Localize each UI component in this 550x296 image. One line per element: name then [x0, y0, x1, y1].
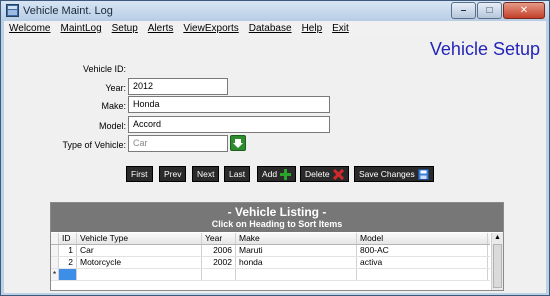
prev-button-label: Prev [164, 169, 182, 179]
grid-vertical-scrollbar[interactable]: ▲ [491, 233, 503, 290]
cell-year: 2002 [202, 257, 236, 268]
vehicle-listing: - Vehicle Listing - Click on Heading to … [50, 202, 504, 291]
menu-help[interactable]: Help [297, 21, 328, 37]
next-button-label: Next [197, 169, 215, 179]
new-row-cell[interactable] [77, 269, 202, 280]
listing-title: - Vehicle Listing - [227, 205, 327, 219]
model-label: Model: [98, 121, 126, 131]
row-selector[interactable] [51, 245, 59, 256]
cell-vehicle-type: Motorcycle [77, 257, 202, 268]
table-row[interactable]: 1 Car 2006 Maruti 800-AC [51, 245, 490, 257]
add-button-label: Add [262, 169, 278, 179]
cell-id: 2 [59, 257, 77, 268]
scroll-up-icon[interactable]: ▲ [492, 233, 503, 243]
column-header-year[interactable]: Year [202, 233, 236, 244]
cell-make: honda [236, 257, 357, 268]
model-field[interactable]: Accord [128, 116, 330, 133]
vehicle-type-dropdown-button[interactable] [230, 135, 246, 151]
maximize-button[interactable]: □ [477, 2, 502, 19]
new-row-marker: * [51, 269, 59, 280]
cell-vehicle-type: Car [77, 245, 202, 256]
prev-button[interactable]: Prev [159, 166, 187, 182]
grid-header-row: ID Vehicle Type Year Make Model [51, 233, 490, 245]
new-row-cell[interactable] [357, 269, 488, 280]
menu-bar: Welcome MaintLog Setup Alerts ViewExport… [4, 21, 546, 37]
minimize-button[interactable]: – [451, 2, 476, 19]
new-row[interactable]: * [51, 269, 490, 281]
make-label: Make: [101, 101, 126, 111]
delete-button[interactable]: Delete [300, 166, 349, 182]
row-selector-header [51, 233, 59, 244]
year-label: Year: [105, 83, 126, 93]
save-changes-button[interactable]: Save Changes [354, 166, 434, 182]
row-selector[interactable] [51, 257, 59, 268]
page-title: Vehicle Setup [429, 39, 540, 59]
table-row[interactable]: 2 Motorcycle 2002 honda activa [51, 257, 490, 269]
window-title: Vehicle Maint. Log [23, 5, 113, 17]
plus-icon [280, 168, 292, 180]
cell-id: 1 [59, 245, 77, 256]
maximize-icon: □ [486, 5, 493, 16]
make-field[interactable]: Honda [128, 96, 330, 113]
menu-alerts[interactable]: Alerts [143, 21, 179, 37]
save-disk-icon [417, 168, 429, 180]
cell-make: Maruti [236, 245, 357, 256]
vehicle-type-field[interactable]: Car [128, 135, 228, 152]
last-button-label: Last [229, 169, 246, 179]
menu-exit[interactable]: Exit [327, 21, 354, 37]
menu-setup[interactable]: Setup [107, 21, 143, 37]
scroll-thumb[interactable] [493, 244, 502, 288]
cell-model: activa [357, 257, 488, 268]
menu-maintlog[interactable]: MaintLog [56, 21, 107, 37]
listing-subtitle: Click on Heading to Sort Items [211, 219, 343, 229]
first-button-label: First [131, 169, 148, 179]
arrow-down-icon [233, 139, 243, 148]
main-panel: Vehicle Setup Vehicle ID: Year: 2012 Mak… [4, 37, 546, 293]
delete-x-icon [332, 168, 344, 180]
delete-button-label: Delete [305, 169, 330, 179]
title-bar[interactable]: Vehicle Maint. Log – □ ✕ [1, 1, 549, 21]
menu-database[interactable]: Database [244, 21, 297, 37]
column-header-id[interactable]: ID [59, 233, 77, 244]
column-header-model[interactable]: Model [357, 233, 488, 244]
close-button[interactable]: ✕ [503, 2, 545, 19]
minimize-icon: – [460, 5, 467, 16]
first-button[interactable]: First [126, 166, 153, 182]
cell-model: 800-AC [357, 245, 488, 256]
last-button[interactable]: Last [224, 166, 251, 182]
column-header-vehicle-type[interactable]: Vehicle Type [77, 233, 202, 244]
app-icon [6, 4, 19, 17]
new-row-id-cell[interactable] [59, 269, 77, 280]
new-row-cell[interactable] [236, 269, 357, 280]
vehicle-type-label: Type of Vehicle: [62, 140, 126, 150]
year-field[interactable]: 2012 [128, 78, 228, 95]
add-button[interactable]: Add [257, 166, 297, 182]
app-window: Vehicle Maint. Log – □ ✕ Welcome MaintLo… [0, 0, 550, 296]
menu-welcome[interactable]: Welcome [4, 21, 56, 37]
menu-viewexports[interactable]: ViewExports [178, 21, 243, 37]
close-icon: ✕ [519, 5, 529, 16]
column-header-make[interactable]: Make [236, 233, 357, 244]
vehicle-grid: ID Vehicle Type Year Make Model 1 Car 20… [51, 233, 490, 281]
vehicle-id-label: Vehicle ID: [82, 64, 126, 74]
next-button[interactable]: Next [192, 166, 220, 182]
cell-year: 2006 [202, 245, 236, 256]
save-changes-label: Save Changes [359, 169, 415, 179]
listing-header: - Vehicle Listing - Click on Heading to … [51, 203, 503, 232]
window-controls: – □ ✕ [450, 2, 545, 19]
new-row-cell[interactable] [202, 269, 236, 280]
